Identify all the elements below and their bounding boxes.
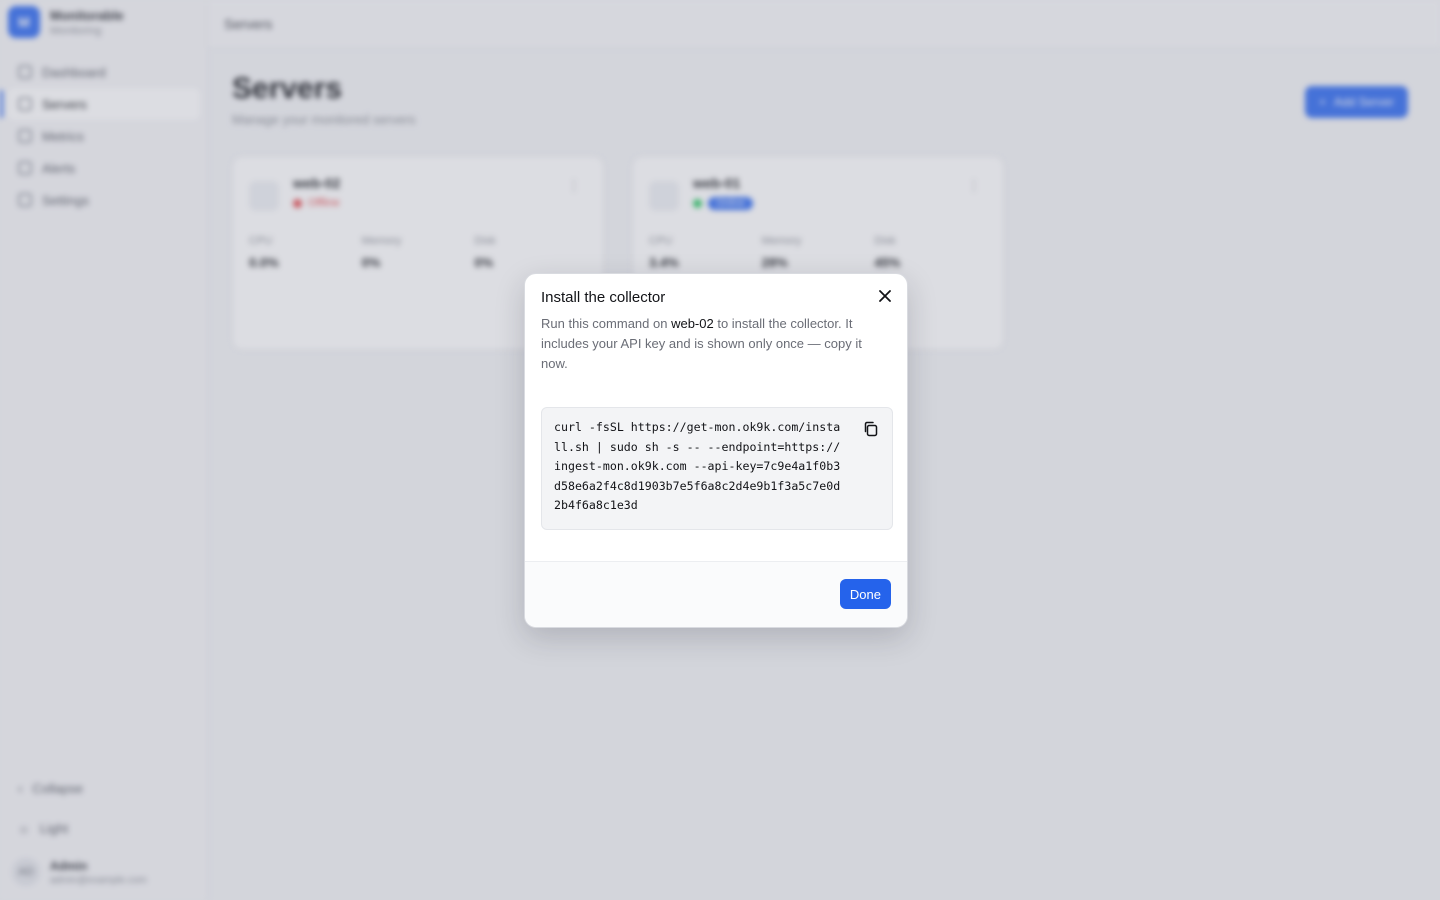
close-icon bbox=[879, 290, 891, 302]
install-collector-dialog: Install the collector Run this command o… bbox=[524, 273, 908, 628]
description-text: Run this command on bbox=[541, 316, 672, 331]
copy-icon bbox=[864, 421, 878, 437]
dialog-description: Run this command on web-02 to install th… bbox=[541, 314, 883, 374]
install-command-block: curl -fsSL https://get-mon.ok9k.com/inst… bbox=[541, 407, 893, 530]
close-button[interactable] bbox=[875, 286, 895, 306]
done-button[interactable]: Done bbox=[839, 579, 891, 609]
install-command[interactable]: curl -fsSL https://get-mon.ok9k.com/inst… bbox=[554, 418, 846, 516]
server-name-highlight: web-02 bbox=[671, 316, 714, 331]
dialog-title: Install the collector bbox=[541, 289, 666, 306]
copy-button[interactable] bbox=[862, 420, 880, 438]
dialog-footer: Done bbox=[525, 561, 907, 627]
